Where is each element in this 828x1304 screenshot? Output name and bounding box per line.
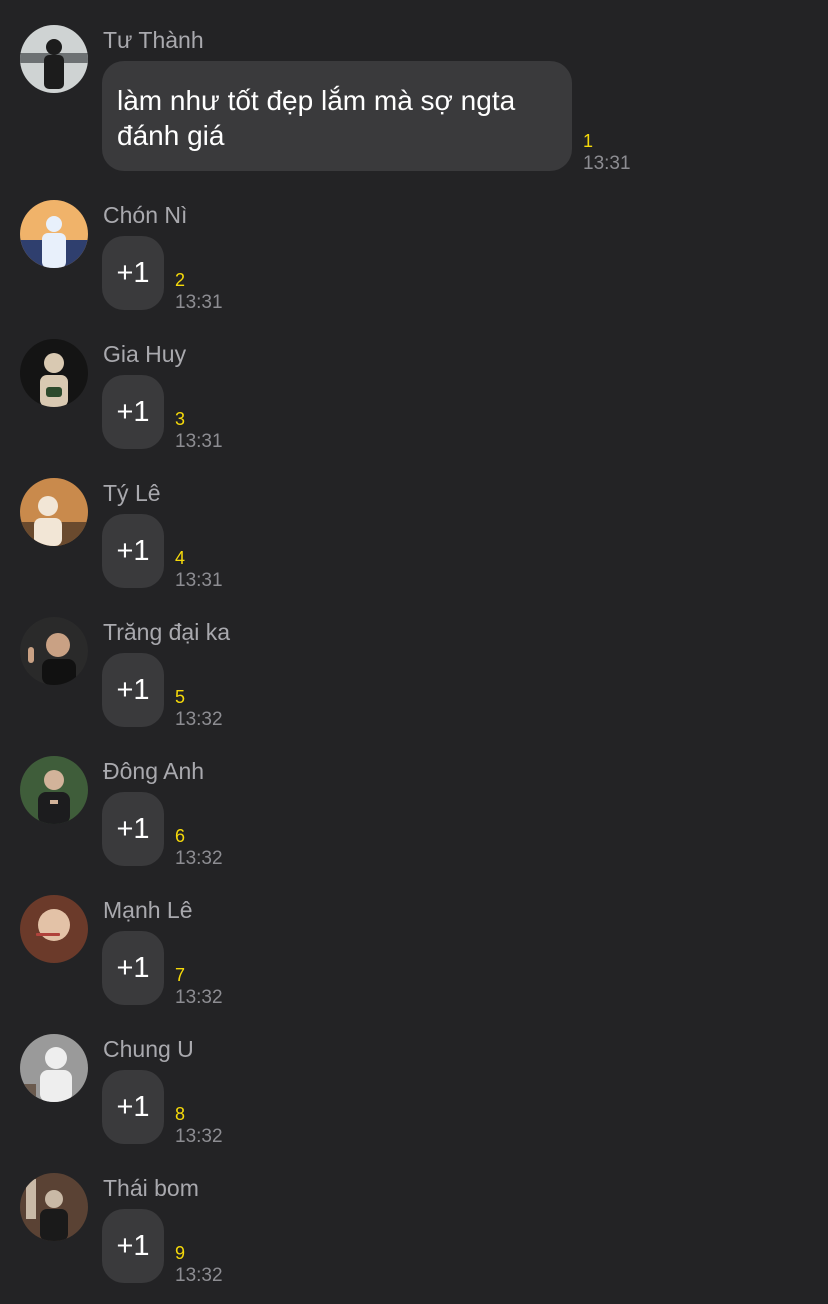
message-bubble[interactable]: +1	[102, 931, 164, 1005]
sender-name: Gia Huy	[103, 341, 187, 367]
avatar[interactable]	[20, 1034, 88, 1102]
sender-name: Mạnh Lê	[103, 897, 193, 923]
avatar[interactable]	[20, 200, 88, 268]
sender-name: Chung U	[103, 1036, 194, 1062]
sender-name: Chón Nì	[103, 202, 188, 228]
reply-count: 4	[175, 548, 186, 568]
reply-count: 9	[175, 1243, 186, 1263]
avatar-head	[45, 1047, 67, 1069]
avatar[interactable]	[20, 756, 88, 824]
message-bubble[interactable]: +1	[102, 1070, 164, 1144]
avatar-head	[44, 770, 64, 790]
timestamp: 13:31	[175, 431, 223, 452]
sender-name: Thái bom	[103, 1175, 199, 1201]
avatar-detail	[28, 647, 34, 663]
avatar-head	[45, 1190, 63, 1208]
message-bubble[interactable]: +1	[102, 653, 164, 727]
reply-count: 2	[175, 270, 186, 290]
avatar-head	[46, 39, 62, 55]
avatar-body	[42, 233, 66, 268]
avatar-body	[34, 518, 62, 546]
reply-count: 7	[175, 965, 186, 985]
avatar-head	[44, 353, 64, 373]
reply-count: 1	[583, 131, 594, 151]
message-bubble[interactable]: +1	[102, 236, 164, 310]
message-bubble[interactable]: làm như tốt đẹp lắm mà sợ ngta đánh giá	[102, 61, 572, 171]
avatar-head	[38, 909, 70, 941]
avatar[interactable]	[20, 895, 88, 963]
avatar[interactable]	[20, 617, 88, 685]
sender-name: Tư Thành	[103, 27, 204, 53]
avatar[interactable]	[20, 1173, 88, 1241]
avatar-body	[44, 55, 64, 89]
message-bubble[interactable]: +1	[102, 1209, 164, 1283]
reply-count: 6	[175, 826, 186, 846]
timestamp: 13:32	[175, 709, 223, 730]
avatar-detail	[46, 387, 62, 397]
avatar-body	[40, 1209, 68, 1241]
avatar-body	[38, 792, 70, 824]
reply-count: 3	[175, 409, 186, 429]
sender-name: Đông Anh	[103, 758, 205, 784]
avatar-detail	[26, 1179, 36, 1219]
timestamp: 13:31	[583, 153, 631, 174]
reply-count: 5	[175, 687, 186, 707]
timestamp: 13:32	[175, 848, 223, 869]
avatar-head	[46, 216, 62, 232]
avatar[interactable]	[20, 339, 88, 407]
timestamp: 13:31	[175, 570, 223, 591]
timestamp: 13:32	[175, 987, 223, 1008]
message-bubble[interactable]: +1	[102, 514, 164, 588]
avatar-detail	[20, 1084, 36, 1102]
timestamp: 13:32	[175, 1126, 223, 1147]
timestamp: 13:32	[175, 1265, 223, 1286]
reply-count: 8	[175, 1104, 186, 1124]
message-bubble[interactable]: +1	[102, 792, 164, 866]
avatar-head	[38, 496, 58, 516]
sender-name: Tý Lê	[103, 480, 161, 506]
timestamp: 13:31	[175, 292, 223, 313]
avatar-body	[40, 1070, 72, 1102]
avatar-head	[46, 633, 70, 657]
message-bubble[interactable]: +1	[102, 375, 164, 449]
avatar-detail	[50, 800, 58, 804]
avatar[interactable]	[20, 478, 88, 546]
avatar-detail	[36, 933, 60, 936]
avatar[interactable]	[20, 25, 88, 93]
sender-name: Trăng đại ka	[103, 619, 230, 645]
avatar-body	[42, 659, 76, 685]
